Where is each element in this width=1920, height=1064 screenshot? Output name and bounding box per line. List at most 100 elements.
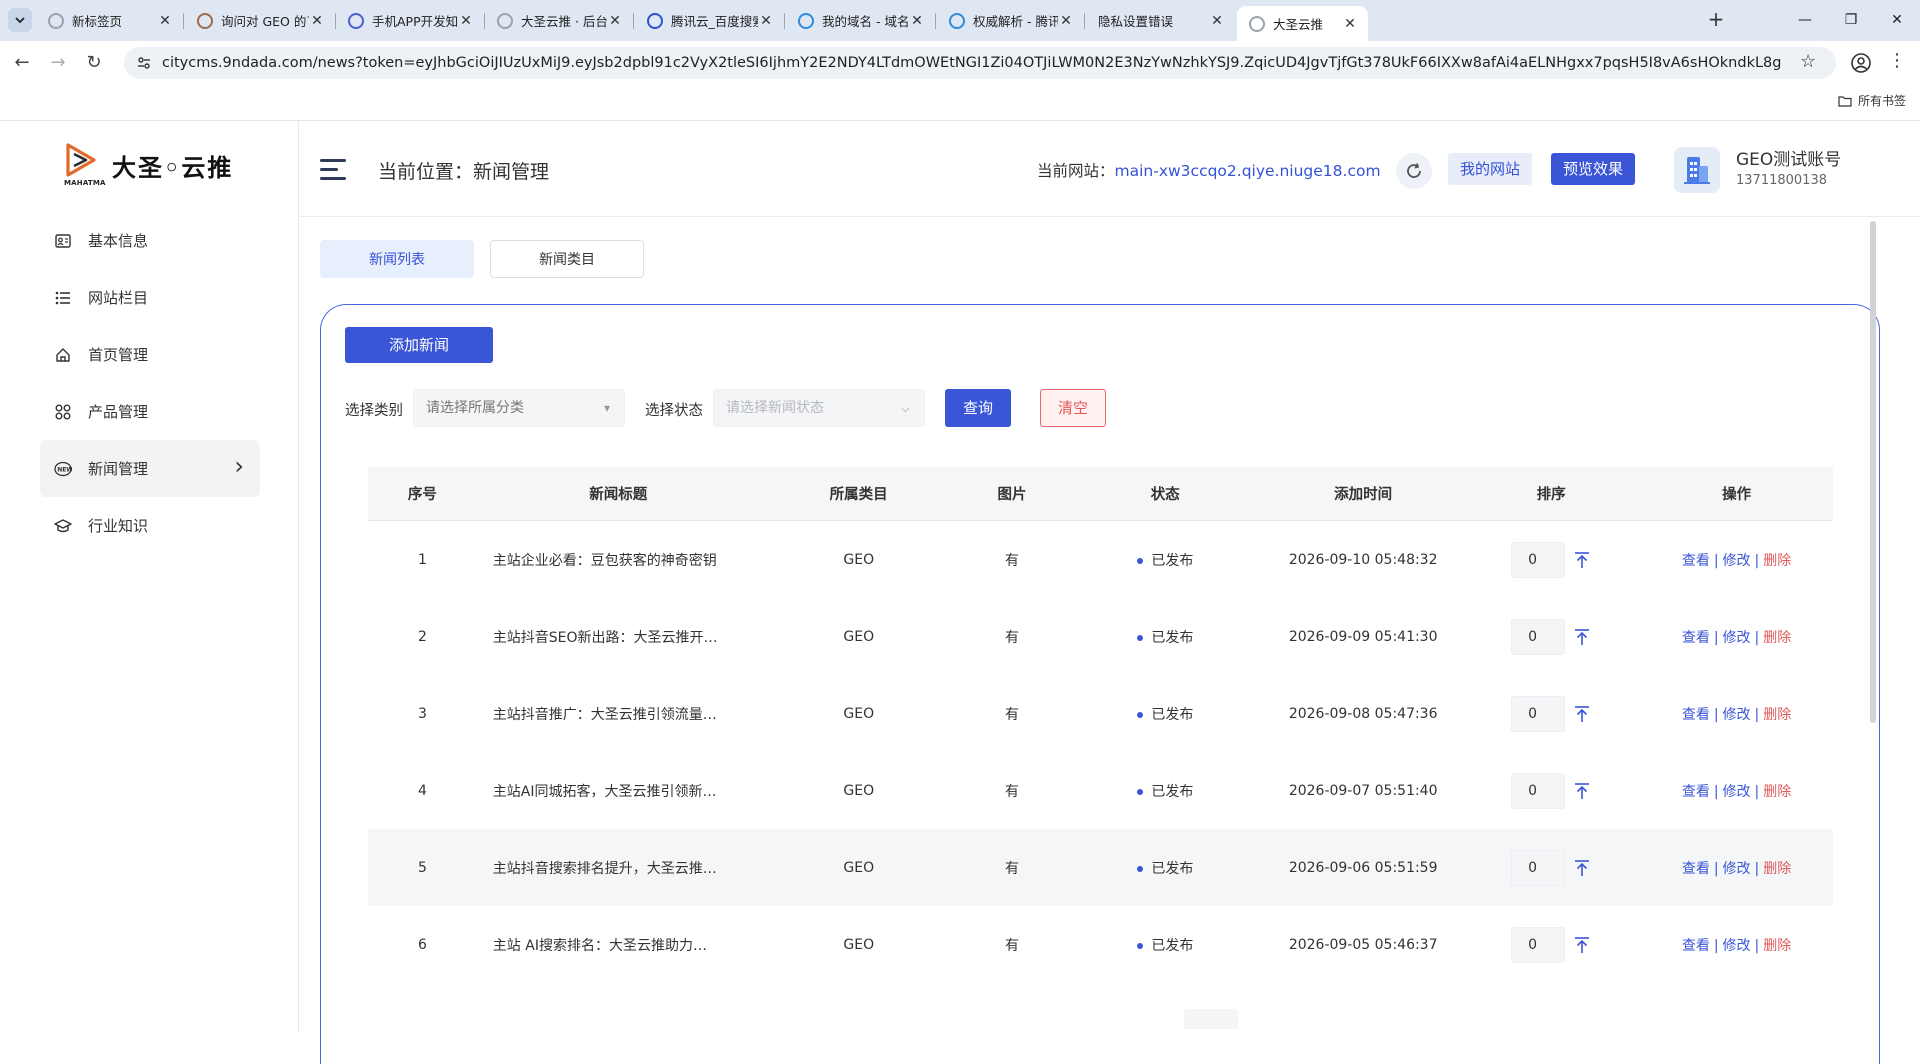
view-link[interactable]: 查看 [1682,707,1710,723]
view-link[interactable]: 查看 [1682,784,1710,800]
browser-tab-8[interactable]: 隐私设置错误 ✕ [1086,6,1235,35]
pin-top-icon[interactable] [1573,628,1591,646]
tab-close-icon[interactable]: ✕ [1342,16,1358,32]
pin-top-icon[interactable] [1573,551,1591,569]
tab-search-button[interactable] [8,8,32,32]
building-icon [1684,157,1710,184]
news-status: 已发布 [1066,627,1264,647]
content-scrollbar[interactable] [1870,221,1876,723]
reload-button[interactable]: ↻ [80,51,108,75]
sort-input[interactable]: 0 [1511,926,1566,963]
news-add-time: 2026-09-06 05:51:59 [1288,859,1438,876]
sort-input[interactable]: 0 [1511,849,1566,886]
account-avatar[interactable] [1674,147,1720,193]
tab-close-icon[interactable]: ✕ [1209,13,1225,29]
bookmark-star-icon[interactable]: ☆ [1800,51,1816,72]
tab-separator [183,13,184,29]
browser-tab-3[interactable]: 手机APP开发知识 - D✕ [336,6,484,35]
edit-link[interactable]: 修改 [1723,553,1751,569]
delete-link[interactable]: 删除 [1763,630,1791,646]
edit-link[interactable]: 修改 [1723,784,1751,800]
profile-icon[interactable] [1850,52,1872,74]
column-header: 操作 [1722,487,1752,503]
sidebar-item-2[interactable]: 网站栏目 [40,269,260,326]
action-separator: | [1754,937,1760,954]
delete-link[interactable]: 删除 [1763,784,1791,800]
tab-news-category[interactable]: 新闻类目 [490,240,644,278]
sidebar-item-label: 网站栏目 [88,289,149,307]
all-bookmarks-button[interactable]: 所有书签 [1838,92,1906,109]
add-news-button[interactable]: 添加新闻 [345,327,493,363]
forward-button[interactable]: → [44,51,72,75]
brand-logo[interactable]: MAHATMA 大圣◦云推 [64,143,233,187]
tab-news-list[interactable]: 新闻列表 [320,240,474,278]
browser-tab-4[interactable]: 大圣云推 · 后台管理✕ [485,6,633,35]
status-select[interactable]: 请选择新闻状态 ⌵ [713,389,925,427]
close-window-button[interactable]: ✕ [1882,8,1912,32]
tab-close-icon[interactable]: ✕ [909,13,925,29]
view-link[interactable]: 查看 [1682,861,1710,877]
edit-link[interactable]: 修改 [1723,630,1751,646]
browser-tab-1[interactable]: 新标签页 ✕ [36,6,183,35]
sort-input[interactable]: 0 [1511,772,1566,809]
breadcrumb: 当前位置：新闻管理 [378,161,550,183]
address-bar[interactable]: citycms.9ndada.com/news?token=eyJhbGciOi… [124,47,1836,79]
view-link[interactable]: 查看 [1682,938,1710,954]
query-button[interactable]: 查询 [945,389,1011,427]
menu-toggle-icon[interactable] [320,159,346,181]
tab-close-icon[interactable]: ✕ [309,13,325,29]
tab-title: 新标签页 [72,14,123,29]
folder-icon [1838,95,1852,107]
preview-button[interactable]: 预览效果 [1551,153,1635,185]
edit-link[interactable]: 修改 [1723,707,1751,723]
sort-input[interactable]: 0 [1511,695,1566,732]
sidebar-item-3[interactable]: 首页管理 [40,326,260,383]
sidebar-item-4[interactable]: 产品管理 [40,383,260,440]
pin-top-icon[interactable] [1573,782,1591,800]
site-settings-icon[interactable] [136,55,152,71]
delete-link[interactable]: 删除 [1763,938,1791,954]
tab-close-icon[interactable]: ✕ [758,13,774,29]
view-link[interactable]: 查看 [1682,553,1710,569]
edit-link[interactable]: 修改 [1723,861,1751,877]
category-select[interactable]: 请选择所属分类 ▾ [413,389,625,427]
browser-tab-5[interactable]: 腾讯云_百度搜索 ✕ [635,6,784,35]
browser-tab-7[interactable]: 权威解析 - 腾讯云 D✕ [937,6,1084,35]
tab-close-icon[interactable]: ✕ [157,13,173,29]
pin-top-icon[interactable] [1573,859,1591,877]
delete-link[interactable]: 删除 [1763,861,1791,877]
sidebar-item-1[interactable]: 基本信息 [40,212,260,269]
back-button[interactable]: ← [8,51,36,75]
restore-button[interactable]: ❐ [1836,8,1866,32]
tab-close-icon[interactable]: ✕ [607,13,623,29]
my-site-button[interactable]: 我的网站 [1448,153,1532,185]
tab-close-icon[interactable]: ✕ [1058,13,1074,29]
minimize-button[interactable]: — [1790,8,1820,32]
tab-close-icon[interactable]: ✕ [458,13,474,29]
delete-link[interactable]: 删除 [1763,553,1791,569]
status-dot-icon [1137,634,1144,641]
pin-top-icon[interactable] [1573,705,1591,723]
browser-tab-2[interactable]: 询问对 GEO 的了解 -✕ [185,6,335,35]
delete-link[interactable]: 删除 [1763,707,1791,723]
current-site-host[interactable]: main-xw3ccqo2.qiye.niuge18.com [1115,162,1381,180]
main-content: 新闻列表 新闻类目 添加新闻 选择类别 请选择所属分类 ▾ 选择状态 请选择新闻… [300,218,1880,1064]
account-name[interactable]: GEO测试账号 [1736,145,1841,170]
browser-tab-9[interactable]: 大圣云推 ✕ [1237,6,1368,41]
view-link[interactable]: 查看 [1682,630,1710,646]
sidebar-item-6[interactable]: 行业知识 [40,497,260,554]
refresh-button[interactable] [1396,153,1432,189]
browser-tab-6[interactable]: 我的域名 - 域名注册✕ [786,6,935,35]
sidebar-item-5[interactable]: NEW 新闻管理 › [40,440,260,497]
pin-top-icon[interactable] [1573,936,1591,954]
clear-button[interactable]: 清空 [1040,389,1106,427]
app-root: MAHATMA 大圣◦云推 基本信息网站栏目首页管理 产品管理 NEW 新闻管理 › 行业… [0,121,1920,1064]
table-row: 4 主站AI同城拓客，大圣云推引领新… GEO 有 已发布 2026-09-07 05:5… [368,752,1833,829]
sort-input[interactable]: 0 [1511,541,1566,578]
table-row: 6 主站 AI搜索排名：大圣云推助力… GEO 有 已发布 2026-09-05 05:4… [368,906,1833,983]
more-menu-icon[interactable]: ⋮ [1888,50,1906,71]
news-image-flag: 有 [1005,706,1020,723]
sort-input[interactable]: 0 [1511,618,1566,655]
edit-link[interactable]: 修改 [1723,938,1751,954]
new-tab-button[interactable]: + [1704,8,1728,32]
